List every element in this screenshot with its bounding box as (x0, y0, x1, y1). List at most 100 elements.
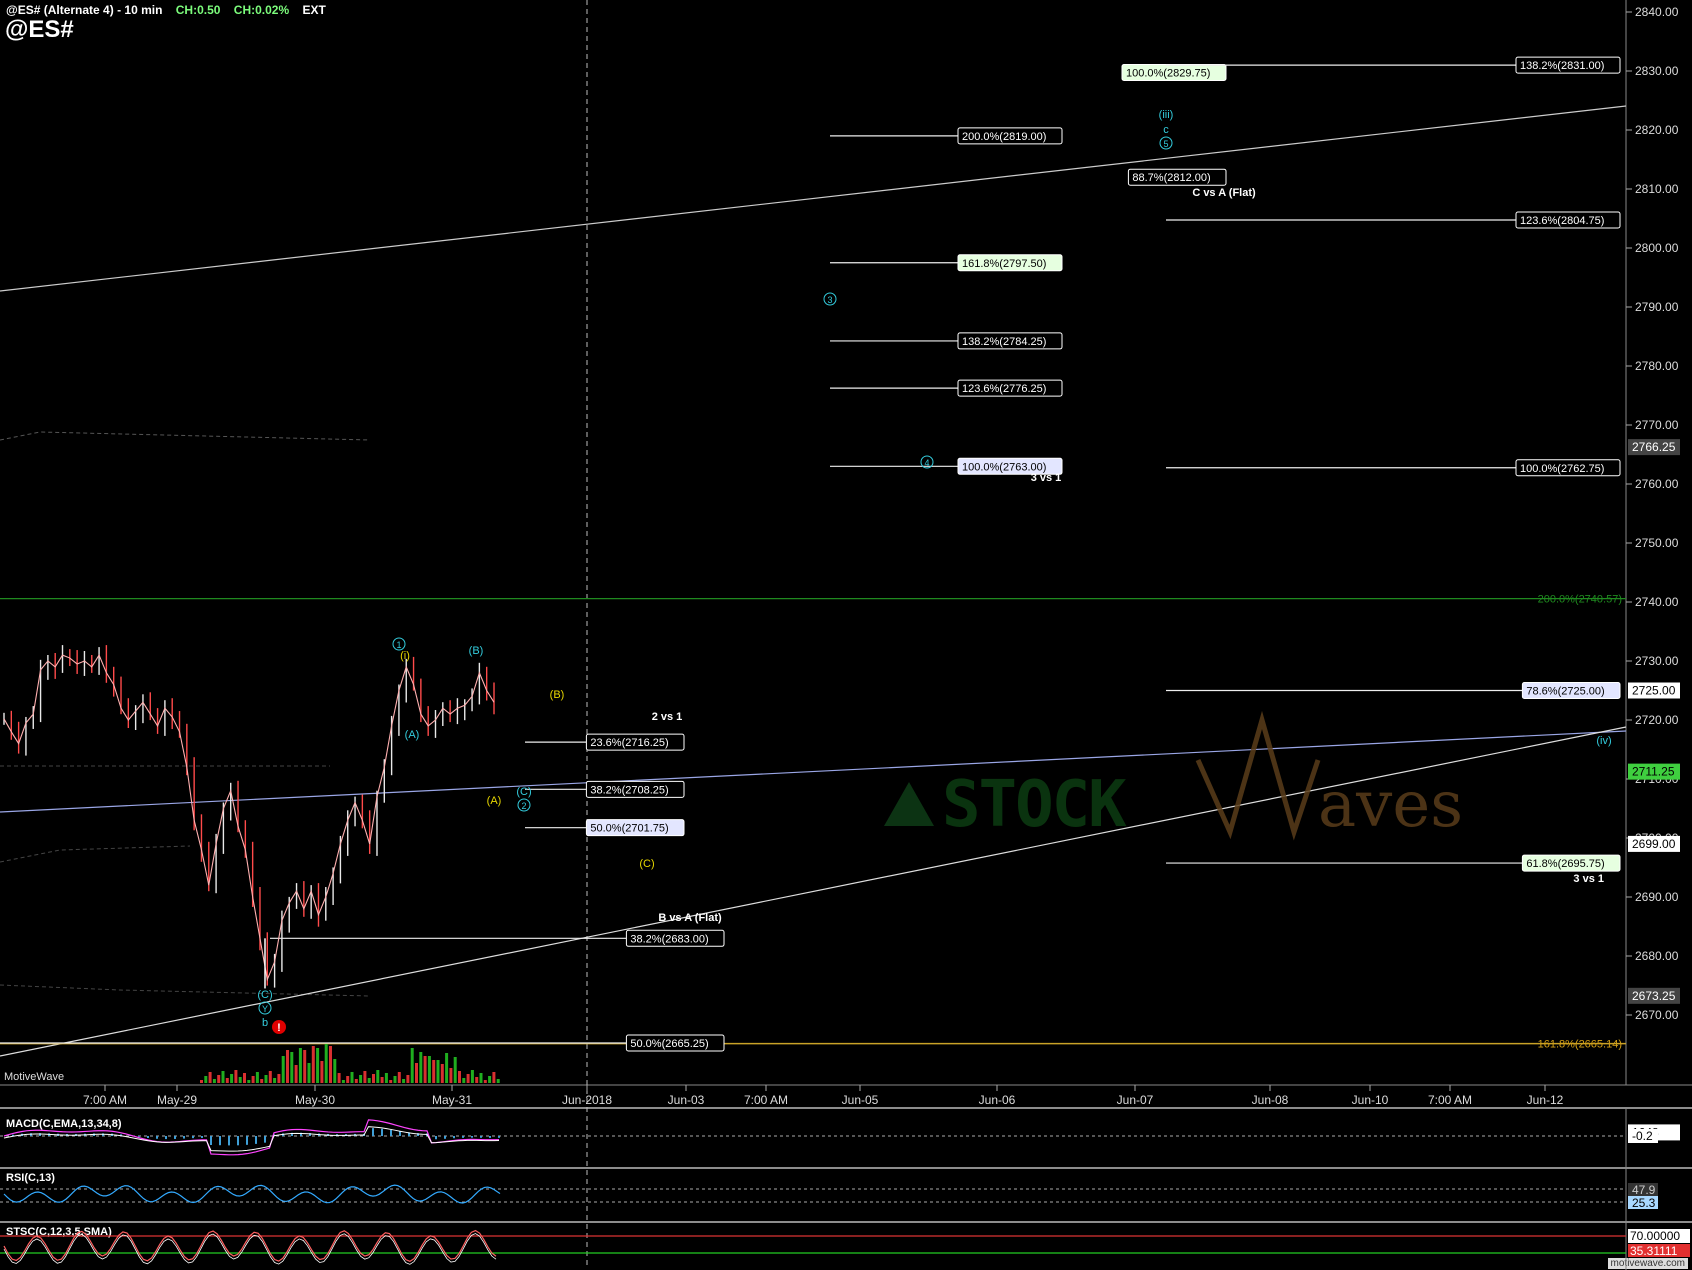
volume-bar (329, 1046, 332, 1083)
price-chart[interactable]: 2670.002680.002690.002700.002710.002720.… (0, 0, 1692, 1270)
macd-badge: -0.2 (1628, 1129, 1658, 1143)
volume-bar (492, 1072, 496, 1083)
wave-label-text: 2 (521, 801, 526, 811)
fib-group-label: 3 vs 1 (1573, 873, 1604, 885)
fib-label: 161.8%(2797.50) (962, 258, 1046, 270)
volume-bar (260, 1079, 264, 1083)
volume-bar (264, 1075, 268, 1083)
volume-bar (393, 1076, 397, 1083)
fib-level: 100.0%(2829.75) (1121, 63, 1227, 81)
upper-trendline (0, 105, 1627, 292)
y-tick-label: 2780.00 (1635, 359, 1679, 373)
fib-level: 200.0%(2819.00) (830, 127, 1063, 145)
volume-bar (221, 1071, 225, 1083)
price-badge: 2766.25 (1628, 439, 1680, 456)
stoch-badge-text: 35.31111 (1630, 1244, 1678, 1258)
volume-bar (324, 1044, 328, 1083)
wave-label: Y (258, 1001, 272, 1015)
fib-level: 88.7%(2812.00) (1127, 168, 1227, 186)
volume-bars (200, 1044, 500, 1083)
volume-bar (367, 1078, 371, 1083)
wave-label: (iv) (1596, 735, 1611, 747)
x-tick-label: Jun-05 (842, 1093, 879, 1107)
y-tick-label: 2770.00 (1635, 418, 1679, 432)
wave-label-text: (B) (469, 645, 484, 657)
wave-label: (C) (257, 989, 272, 1001)
volume-bar (294, 1065, 298, 1083)
volume-bar (273, 1078, 277, 1083)
volume-bar (204, 1076, 208, 1083)
alert-icon: ! (272, 1020, 286, 1034)
wave-label-text: (A) (405, 729, 420, 741)
fib-group-label: B vs A (Flat) (658, 912, 722, 924)
volume-bar (350, 1072, 354, 1083)
fib-label: 50.0%(2665.25) (630, 1038, 708, 1050)
wave-label: (B) (469, 645, 484, 657)
fib-label: 123.6%(2804.75) (1520, 215, 1604, 227)
fib-level: 123.6%(2804.75) (1166, 211, 1621, 229)
y-tick-label: 2720.00 (1635, 713, 1679, 727)
wave-label: c (1163, 124, 1169, 136)
volume-bar (363, 1071, 367, 1083)
price-badge-text: 2673.25 (1632, 989, 1676, 1003)
wave-label-text: 3 (827, 295, 832, 305)
volume-bar (419, 1052, 423, 1083)
x-tick-label: Jun-06 (979, 1093, 1016, 1107)
price-badge: 2725.00 (1628, 682, 1680, 699)
fib-label: 23.6%(2716.25) (590, 737, 668, 749)
volume-bar (243, 1073, 246, 1083)
y-tick-label: 2670.00 (1635, 1008, 1679, 1022)
fib-label: 138.2%(2784.25) (962, 336, 1046, 348)
watermark-waves: aves (1318, 768, 1463, 842)
x-tick-label: 7:00 AM (744, 1093, 788, 1107)
volume-bar (281, 1056, 285, 1083)
price-badge: 2699.00 (1628, 835, 1680, 852)
volume-bar (303, 1050, 307, 1083)
stoch-badge: 70.00000 (1628, 1229, 1690, 1243)
volume-bar (311, 1046, 315, 1083)
volume-bar (251, 1076, 255, 1083)
wave-label-text: b (262, 1017, 268, 1029)
wave-label: 4 (920, 455, 934, 469)
rsi-badge-text: 25.3 (1632, 1196, 1656, 1210)
volume-bar (475, 1077, 479, 1083)
x-tick-label: Jun-10 (1352, 1093, 1389, 1107)
volume-bar (268, 1071, 272, 1083)
fib-level: 78.6%(2725.00) (1166, 682, 1621, 699)
volume-bar (230, 1074, 234, 1083)
rsi-badge: 47.9 (1628, 1183, 1658, 1197)
rsi-badge-text: 47.9 (1632, 1183, 1656, 1197)
fib-level: 138.2%(2831.00) (1166, 56, 1621, 74)
volume-bar (208, 1072, 212, 1083)
volume-bar (402, 1079, 406, 1083)
y-tick-label: 2750.00 (1635, 536, 1679, 550)
wave-label: 5 (1159, 136, 1173, 150)
volume-bar (440, 1064, 444, 1083)
macd-pane (0, 1119, 1626, 1156)
volume-bar (415, 1063, 418, 1083)
volume-bar (320, 1061, 324, 1083)
fib-label: 61.8%(2695.75) (1526, 858, 1604, 870)
volume-bar (200, 1080, 203, 1083)
wave-label-text: (iii) (1159, 109, 1174, 121)
y-tick-label: 2730.00 (1635, 654, 1679, 668)
volume-bar (298, 1048, 302, 1083)
wave-label-text: (iv) (1596, 735, 1611, 747)
fib-label: 88.7%(2812.00) (1132, 172, 1210, 184)
svg-text:!: ! (277, 1022, 281, 1034)
wave-label-text: c (1163, 124, 1169, 136)
volume-bar (316, 1048, 320, 1083)
wave-label-text: (B) (550, 689, 565, 701)
y-tick-label: 2760.00 (1635, 477, 1679, 491)
volume-bar (384, 1073, 388, 1083)
volume-bar (341, 1080, 345, 1083)
fib-level: 38.2%(2708.25) (525, 780, 685, 798)
volume-bar (217, 1075, 221, 1083)
x-tick-label: Jun-12 (1527, 1093, 1564, 1107)
fib-level: 161.8%(2797.50) (830, 254, 1063, 272)
macd-badge-text: -0.2 (1632, 1129, 1653, 1143)
fib-label: 38.2%(2708.25) (590, 784, 668, 796)
stoch-badge: 35.31111 (1628, 1244, 1690, 1258)
volume-bar (466, 1074, 470, 1083)
price-badge-text: 2711.25 (1632, 765, 1675, 779)
